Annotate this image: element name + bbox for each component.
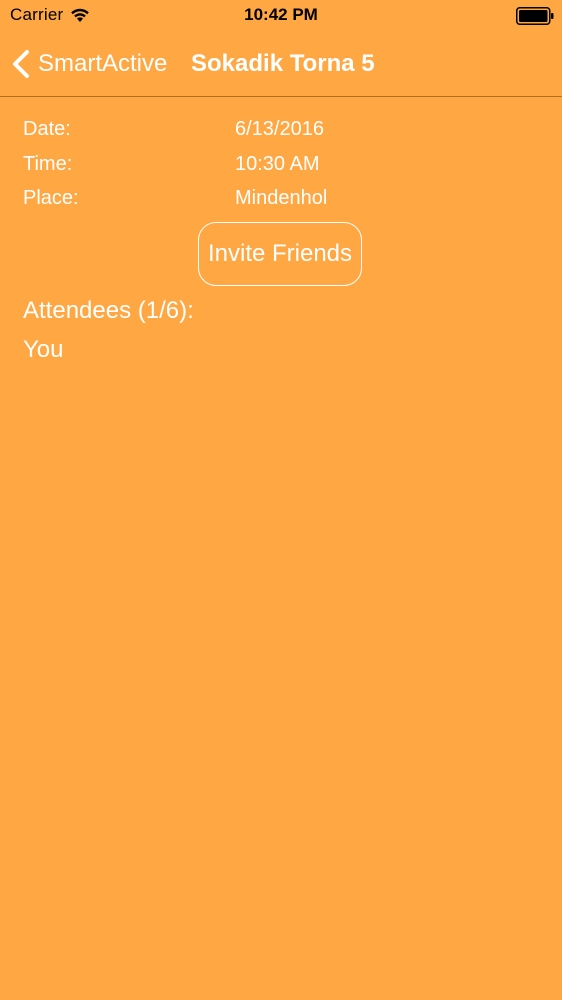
battery-full-icon xyxy=(516,7,554,25)
date-label: Date: xyxy=(23,118,71,140)
attendee-item: You xyxy=(23,336,64,363)
place-label: Place: xyxy=(23,187,79,209)
attendees-heading: Attendees (1/6): xyxy=(23,297,194,324)
back-button-label: SmartActive xyxy=(38,50,168,77)
invite-friends-button[interactable]: Invite Friends xyxy=(198,222,362,286)
status-bar: Carrier 10:42 PM xyxy=(0,0,562,32)
date-row: Date: 6/13/2016 xyxy=(23,118,543,153)
date-value: 6/13/2016 xyxy=(235,118,324,140)
attendees-list: You xyxy=(23,336,64,372)
place-value: Mindenhol xyxy=(235,187,328,209)
time-value: 10:30 AM xyxy=(235,152,320,175)
status-time: 10:42 PM xyxy=(244,5,318,24)
page-title: Sokadik Torna 5 xyxy=(191,50,375,77)
time-row: Time: 10:30 AM xyxy=(23,153,543,188)
back-button[interactable]: SmartActive xyxy=(10,46,167,82)
place-row: Place: Mindenhol xyxy=(23,187,543,222)
time-label: Time: xyxy=(23,152,73,175)
chevron-left-icon xyxy=(10,48,32,80)
event-details: Date: 6/13/2016 Time: 10:30 AM Place: Mi… xyxy=(23,118,543,222)
navigation-bar: SmartActive Sokadik Torna 5 xyxy=(0,32,562,97)
